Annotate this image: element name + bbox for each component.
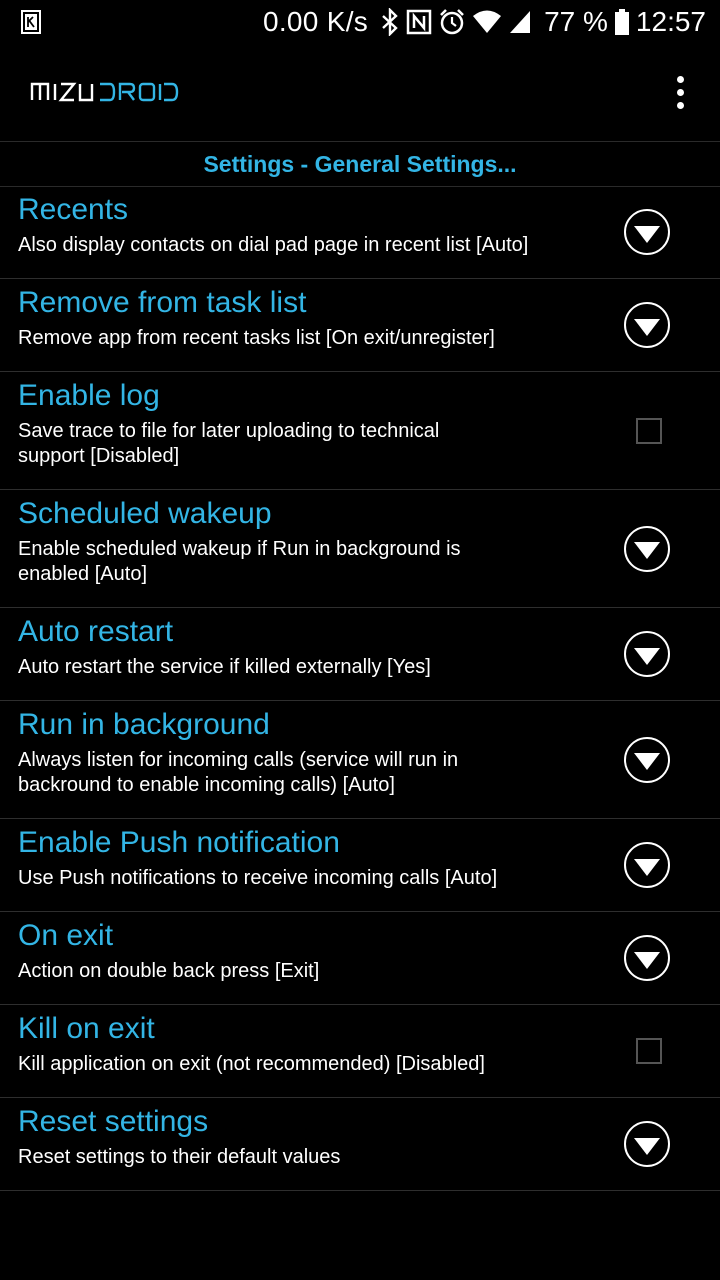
setting-enable-push-notification[interactable]: Enable Push notification Use Push notifi… xyxy=(0,819,720,912)
clock: 12:57 xyxy=(635,6,706,37)
dropdown-button[interactable] xyxy=(624,525,670,572)
setting-title: Enable Push notification xyxy=(18,826,340,859)
settings-list: Recents Also display contacts on dial pa… xyxy=(0,186,720,1191)
setting-recents[interactable]: Recents Also display contacts on dial pa… xyxy=(0,186,720,279)
setting-summary: Always listen for incoming calls (servic… xyxy=(18,749,459,796)
setting-summary: Also display contacts on dial pad page i… xyxy=(18,234,529,256)
screen: 0.00 K/s 77 % 12:57 Settings - General S… xyxy=(0,0,720,1280)
dropdown-circle-icon xyxy=(624,736,670,783)
setting-summary: Reset settings to their default values xyxy=(18,1146,341,1168)
battery-percent: 77 % xyxy=(544,6,608,37)
setting-title: Auto restart xyxy=(18,615,174,648)
setting-run-in-background[interactable]: Run in background Always listen for inco… xyxy=(0,701,720,819)
signal-icon xyxy=(510,11,531,33)
dropdown-circle-icon xyxy=(624,302,670,348)
setting-summary: Kill application on exit (not recommende… xyxy=(18,1053,485,1075)
dropdown-button[interactable] xyxy=(624,842,670,888)
setting-title: Run in background xyxy=(18,708,270,741)
wifi-icon xyxy=(473,10,502,33)
mizudroid-logo xyxy=(30,82,179,102)
network-speed: 0.00 K/s xyxy=(262,6,369,37)
bluetooth-icon xyxy=(382,8,398,36)
setting-summary: Remove app from recent tasks list [On ex… xyxy=(18,327,495,349)
setting-kill-on-exit[interactable]: Kill on exit Kill application on exit (n… xyxy=(0,1005,720,1098)
dropdown-circle-icon xyxy=(624,209,670,255)
setting-summary: Auto restart the service if killed exter… xyxy=(18,656,431,678)
setting-title: Reset settings xyxy=(18,1105,209,1138)
setting-title: Enable log xyxy=(18,379,160,412)
dropdown-button[interactable] xyxy=(624,1121,670,1167)
setting-summary: Action on double back press [Exit] xyxy=(18,960,320,982)
kill-on-exit-checkbox[interactable] xyxy=(636,1038,662,1064)
overflow-menu-icon xyxy=(676,75,684,83)
setting-reset-settings[interactable]: Reset settings Reset settings to their d… xyxy=(0,1098,720,1191)
setting-summary: Enable scheduled wakeup if Run in backgr… xyxy=(18,538,461,585)
setting-on-exit[interactable]: On exit Action on double back press [Exi… xyxy=(0,912,720,1005)
keyboard-icon xyxy=(21,10,41,34)
dropdown-button[interactable] xyxy=(624,736,670,783)
dropdown-circle-icon xyxy=(624,1121,670,1167)
setting-summary: Use Push notifications to receive incomi… xyxy=(18,867,498,889)
setting-title: Remove from task list xyxy=(18,286,307,319)
status-bar: 0.00 K/s 77 % 12:57 xyxy=(0,0,720,48)
overflow-menu-dot xyxy=(676,88,684,96)
dropdown-button[interactable] xyxy=(624,935,670,981)
dropdown-button[interactable] xyxy=(624,302,670,348)
setting-remove-from-task-list[interactable]: Remove from task list Remove app from re… xyxy=(0,279,720,372)
dropdown-circle-icon xyxy=(624,525,670,572)
battery-icon xyxy=(614,9,629,35)
section-header: Settings - General Settings... xyxy=(0,141,720,187)
nfc-icon xyxy=(406,9,432,35)
setting-scheduled-wakeup[interactable]: Scheduled wakeup Enable scheduled wakeup… xyxy=(0,490,720,608)
dropdown-button[interactable] xyxy=(624,209,670,255)
setting-enable-log[interactable]: Enable log Save trace to file for later … xyxy=(0,372,720,490)
dropdown-circle-icon xyxy=(624,631,670,677)
setting-summary: Save trace to file for later uploading t… xyxy=(18,420,440,467)
overflow-menu-button[interactable] xyxy=(660,70,700,114)
setting-title: Recents xyxy=(18,193,129,226)
dropdown-circle-icon xyxy=(624,935,670,981)
enable-log-checkbox[interactable] xyxy=(636,417,662,444)
overflow-menu-dot xyxy=(676,101,684,109)
setting-title: On exit xyxy=(18,919,114,952)
dropdown-circle-icon xyxy=(624,842,670,888)
setting-auto-restart[interactable]: Auto restart Auto restart the service if… xyxy=(0,608,720,701)
setting-title: Kill on exit xyxy=(18,1012,155,1045)
app-bar xyxy=(0,48,720,140)
dropdown-button[interactable] xyxy=(624,631,670,677)
alarm-icon xyxy=(440,9,464,35)
setting-title: Scheduled wakeup xyxy=(18,497,272,530)
